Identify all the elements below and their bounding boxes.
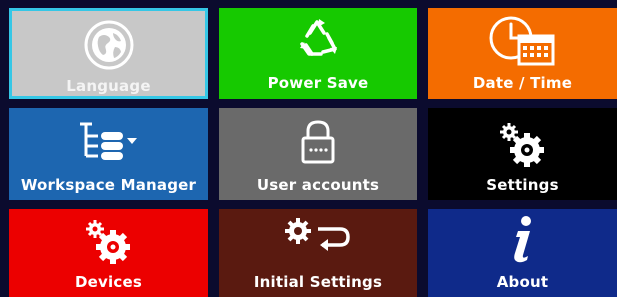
tile-label: Devices: [75, 273, 142, 291]
workspace-manager-tile[interactable]: Workspace Manager: [9, 108, 208, 200]
gear-return-icon: [219, 215, 417, 261]
lock-icon: [219, 118, 417, 166]
tile-label: About: [496, 273, 549, 291]
date-time-tile[interactable]: Date / Time: [428, 8, 617, 99]
tile-label: Initial Settings: [253, 273, 383, 291]
clock-calendar-icon: [428, 14, 617, 70]
devices-tile[interactable]: Devices: [9, 209, 208, 297]
globe-icon: [12, 17, 205, 73]
tile-label: Date / Time: [472, 74, 573, 92]
tile-label: Workspace Manager: [20, 176, 197, 194]
tree-list-icon: [9, 118, 208, 164]
user-accounts-tile[interactable]: User accounts: [219, 108, 417, 200]
tile-label: Power Save: [267, 74, 369, 92]
gears-icon: [428, 118, 617, 168]
about-tile[interactable]: About: [428, 209, 617, 297]
power-save-tile[interactable]: Power Save: [219, 8, 417, 99]
info-icon: [428, 215, 617, 265]
tile-label: Settings: [486, 176, 559, 194]
recycle-icon: [219, 14, 417, 64]
tile-label: User accounts: [256, 176, 380, 194]
gears-icon: [9, 215, 208, 265]
tile-label: Language: [66, 77, 151, 95]
language-tile[interactable]: Language: [9, 8, 208, 99]
settings-menu-grid: Language Power Save Date / Time Workspac…: [0, 0, 617, 297]
settings-tile[interactable]: Settings: [428, 108, 617, 200]
initial-settings-tile[interactable]: Initial Settings: [219, 209, 417, 297]
